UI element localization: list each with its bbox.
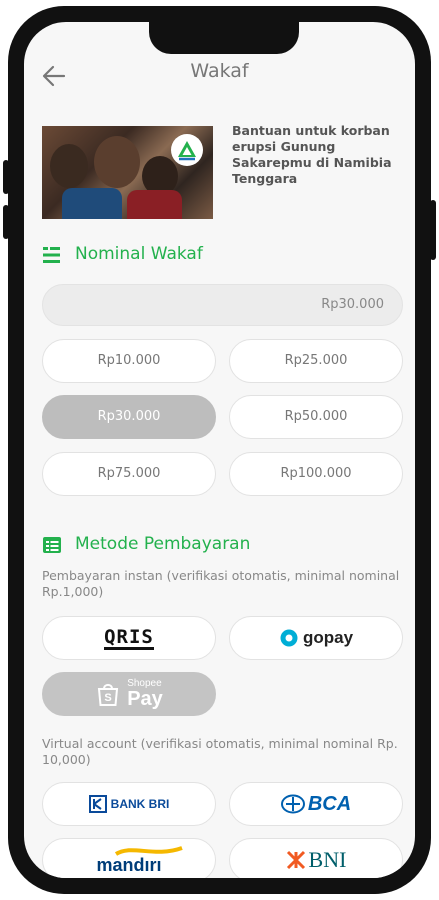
volume-down-button (3, 205, 9, 239)
amount-option-10000[interactable]: Rp10.000 (42, 339, 216, 383)
app-header: Wakaf (24, 56, 415, 96)
campaign-title: Bantuan untuk korban erupsi Gunung Sakar… (232, 123, 392, 186)
shopee-bag-icon: S (98, 683, 119, 706)
custom-amount-input[interactable]: Rp30.000 (42, 284, 403, 326)
instant-payment-description: Pembayaran instan (verifikasi otomatis, … (42, 568, 400, 599)
bni-label: BNI (308, 847, 347, 872)
payment-table-icon (43, 537, 61, 553)
bca-payment-option[interactable]: BCA (229, 782, 403, 826)
amount-option-75000[interactable]: Rp75.000 (42, 452, 216, 496)
payment-section-title: Metode Pembayaran (75, 534, 251, 554)
bca-icon (280, 794, 305, 814)
power-button (430, 200, 436, 260)
qris-logo: QRIS (104, 625, 154, 650)
svg-text:S: S (105, 692, 112, 704)
campaign-image (42, 126, 213, 219)
nominal-section-title: Nominal Wakaf (75, 244, 203, 264)
bri-payment-option[interactable]: BANK BRI (42, 782, 216, 826)
gopay-icon (280, 629, 298, 647)
shopeepay-payment-option[interactable]: S Shopee Pay (42, 672, 216, 716)
amount-option-100000[interactable]: Rp100.000 (229, 452, 403, 496)
bni-icon (286, 850, 305, 870)
mandiri-label: mandırı (96, 855, 162, 875)
qris-payment-option[interactable]: QRIS (42, 616, 216, 660)
list-icon (43, 247, 60, 263)
pay-label: Pay (127, 688, 163, 710)
gopay-payment-option[interactable]: gopay (229, 616, 403, 660)
bri-icon (88, 795, 107, 813)
bni-payment-option[interactable]: BNI (229, 838, 403, 878)
mandiri-payment-option[interactable]: mandırı (42, 838, 216, 878)
camera-notch (149, 22, 299, 54)
org-logo-icon (171, 134, 203, 166)
amount-option-30000[interactable]: Rp30.000 (42, 395, 216, 439)
bca-label: BCA (307, 792, 352, 815)
volume-up-button (3, 160, 9, 194)
amount-option-50000[interactable]: Rp50.000 (229, 395, 403, 439)
virtual-account-description: Virtual account (verifikasi otomatis, mi… (42, 736, 398, 767)
page-title: Wakaf (190, 60, 249, 82)
app-screen: Wakaf Bantuan untuk korban erupsi Gunung… (24, 22, 415, 878)
gopay-label: gopay (302, 628, 354, 647)
bri-label: BANK BRI (110, 797, 170, 811)
amount-option-25000[interactable]: Rp25.000 (229, 339, 403, 383)
